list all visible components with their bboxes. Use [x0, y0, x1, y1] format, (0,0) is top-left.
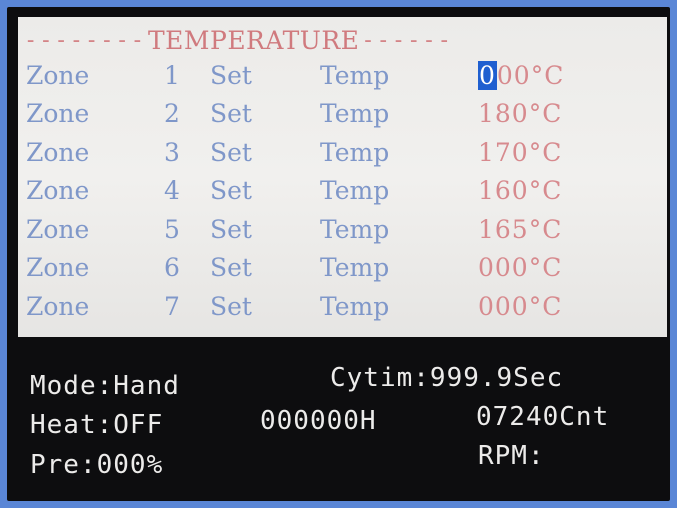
panel-title: TEMPERATURE: [147, 25, 360, 55]
zone-value: 180°C: [478, 99, 563, 128]
zone-set-word: Set: [210, 138, 252, 167]
zone-row-3: Zone 3 Set Temp 170°C: [26, 138, 656, 176]
zone-temp-word: Temp: [320, 61, 390, 90]
zone-value: 165°C: [478, 215, 563, 244]
cycle-time-status: Cytim:999.9Sec: [330, 363, 564, 393]
cycle-count: 07240Cnt: [476, 402, 610, 432]
zone-temp-word: Temp: [320, 292, 390, 321]
zone-5-set-temp-field[interactable]: 165°C: [478, 215, 562, 244]
zone-set-word: Set: [210, 292, 252, 321]
zone-1-set-temp-field[interactable]: 000°C: [478, 61, 564, 90]
zone-number: 1: [164, 61, 180, 90]
zone-row-1: Zone 1 Set Temp 000°C: [26, 61, 656, 99]
zone-temp-word: Temp: [320, 138, 390, 167]
zone-6-set-temp-field[interactable]: 000°C: [478, 253, 562, 282]
zone-word: Zone: [26, 99, 90, 128]
hmi-display-bezel: -------- TEMPERATURE ------ Zone 1 Set T…: [7, 7, 670, 501]
zone-value: 160°C: [478, 176, 563, 205]
zone-word: Zone: [26, 61, 90, 90]
zone-temp-word: Temp: [320, 215, 390, 244]
zone-temp-word: Temp: [320, 253, 390, 282]
zone-value: 170°C: [478, 138, 563, 167]
zone-value: 000°C: [478, 292, 563, 321]
title-dashes-right: ------: [361, 27, 453, 53]
mode-status: Mode:Hand: [30, 371, 180, 401]
temperature-panel: -------- TEMPERATURE ------ Zone 1 Set T…: [18, 17, 667, 337]
zone-row-7: Zone 7 Set Temp 000°C: [26, 292, 656, 330]
zone-row-4: Zone 4 Set Temp 160°C: [26, 176, 656, 214]
zone-row-2: Zone 2 Set Temp 180°C: [26, 99, 656, 137]
pressure-status: Pre:000%: [30, 450, 164, 480]
zone-set-word: Set: [210, 215, 252, 244]
zone-value: 000°C: [478, 253, 563, 282]
zone-value: 00°C: [496, 61, 565, 90]
zone-temp-word: Temp: [320, 99, 390, 128]
zone-4-set-temp-field[interactable]: 160°C: [478, 176, 562, 205]
heat-status: Heat:OFF: [30, 410, 164, 440]
zone-number: 4: [164, 176, 180, 205]
zone-number: 5: [164, 215, 180, 244]
zone-word: Zone: [26, 176, 90, 205]
zone-word: Zone: [26, 253, 90, 282]
zone-set-word: Set: [210, 61, 252, 90]
zone-word: Zone: [26, 138, 90, 167]
zone-number: 2: [164, 99, 180, 128]
zone-row-6: Zone 6 Set Temp 000°C: [26, 253, 656, 291]
zone-number: 3: [164, 138, 180, 167]
zone-word: Zone: [26, 215, 90, 244]
zone-number: 7: [164, 292, 180, 321]
zone-row-5: Zone 5 Set Temp 165°C: [26, 215, 656, 253]
panel-title-row: -------- TEMPERATURE ------: [24, 25, 664, 55]
zone-number: 6: [164, 253, 180, 282]
zone-temp-word: Temp: [320, 176, 390, 205]
zone-2-set-temp-field[interactable]: 180°C: [478, 99, 562, 128]
hour-counter: 000000H: [260, 406, 377, 436]
zone-3-set-temp-field[interactable]: 170°C: [478, 138, 562, 167]
title-dashes-left: --------: [24, 27, 146, 53]
rpm-status: RPM:: [478, 441, 545, 471]
edit-cursor[interactable]: 0: [478, 61, 497, 90]
zone-set-word: Set: [210, 253, 252, 282]
zone-set-word: Set: [210, 99, 252, 128]
zone-set-word: Set: [210, 176, 252, 205]
zone-word: Zone: [26, 292, 90, 321]
zone-7-set-temp-field[interactable]: 000°C: [478, 292, 562, 321]
